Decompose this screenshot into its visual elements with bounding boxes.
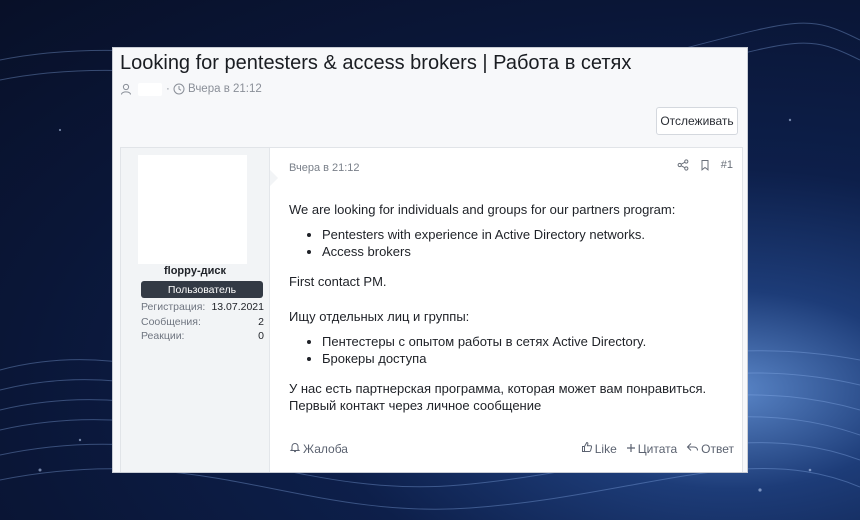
report-button[interactable]: Жалоба (289, 441, 348, 456)
follow-button[interactable]: Отслеживать (656, 107, 738, 135)
like-label: Like (594, 441, 617, 456)
forum-thread-panel: Looking for pentesters & access brokers … (112, 47, 748, 473)
list-item: Брокеры доступа (322, 350, 734, 367)
author-name-redacted[interactable] (138, 82, 162, 96)
stat-label: Реакции: (141, 330, 185, 342)
thumbs-up-icon (581, 441, 593, 456)
body-closing-ru-1: У нас есть партнерская программа, котора… (289, 381, 707, 396)
quote-button[interactable]: Цитата (626, 442, 677, 456)
clock-icon (173, 83, 185, 95)
post-date-link[interactable]: Вчера в 21:12 (289, 162, 360, 174)
reply-label: Ответ (701, 441, 734, 456)
body-intro-ru: Ищу отдельных лиц и группы: (289, 309, 470, 324)
bookmark-icon[interactable] (699, 159, 711, 171)
stat-label: Сообщения: (141, 315, 201, 328)
post-footer-actions: Like Цитата Ответ (581, 441, 734, 456)
user-stats: Регистрация: 13.07.2021 Сообщения: 2 Реа… (141, 300, 264, 344)
post-footer: Жалоба Like Цитата Ответ (289, 441, 734, 459)
share-icon[interactable] (677, 159, 689, 171)
post-number[interactable]: #1 (721, 159, 733, 171)
list-item: Пентестеры с опытом работы в сетях Activ… (322, 333, 734, 350)
thread-title: Looking for pentesters & access brokers … (120, 52, 632, 74)
body-closing-ru-2: Первый контакт через личное сообщение (289, 398, 542, 413)
post-body: We are looking for individuals and group… (289, 201, 734, 414)
like-button[interactable]: Like (581, 441, 617, 456)
reply-icon (686, 441, 699, 456)
avatar[interactable] (138, 155, 247, 264)
stat-value: 13.07.2021 (211, 301, 264, 313)
stat-value: 0 (258, 330, 264, 342)
user-cell-arrow (270, 170, 278, 186)
body-list-ru: Пентестеры с опытом работы в сетях Activ… (289, 333, 734, 367)
user-icon (120, 83, 132, 95)
user-role-badge: Пользователь (141, 281, 263, 298)
username[interactable]: floppy-диск (121, 265, 269, 277)
thread-meta: · Вчера в 21:12 (120, 81, 262, 97)
post-header-actions: #1 (677, 159, 733, 171)
bell-icon (289, 441, 301, 456)
list-item: Access brokers (322, 243, 734, 260)
thread-date-link[interactable]: Вчера в 21:12 (188, 83, 262, 95)
stat-messages: Сообщения: 2 (141, 315, 264, 330)
list-item: Pentesters with experience in Active Dir… (322, 226, 734, 243)
stat-registration: Регистрация: 13.07.2021 (141, 300, 264, 315)
quote-label: Цитата (637, 441, 678, 456)
post-user-cell: floppy-диск Пользователь Регистрация: 13… (121, 148, 270, 472)
body-intro-en: We are looking for individuals and group… (289, 202, 676, 217)
stat-reactions: Реакции: 0 (141, 329, 264, 344)
stat-label: Регистрация: (141, 301, 206, 313)
body-list-en: Pentesters with experience in Active Dir… (289, 226, 734, 260)
plus-icon (626, 442, 636, 456)
reply-button[interactable]: Ответ (686, 441, 734, 456)
stat-value: 2 (258, 315, 264, 328)
report-label: Жалоба (303, 441, 348, 456)
post-message: floppy-диск Пользователь Регистрация: 13… (120, 147, 743, 472)
body-contact-en: First contact PM. (289, 274, 387, 289)
meta-separator: · (166, 83, 174, 95)
